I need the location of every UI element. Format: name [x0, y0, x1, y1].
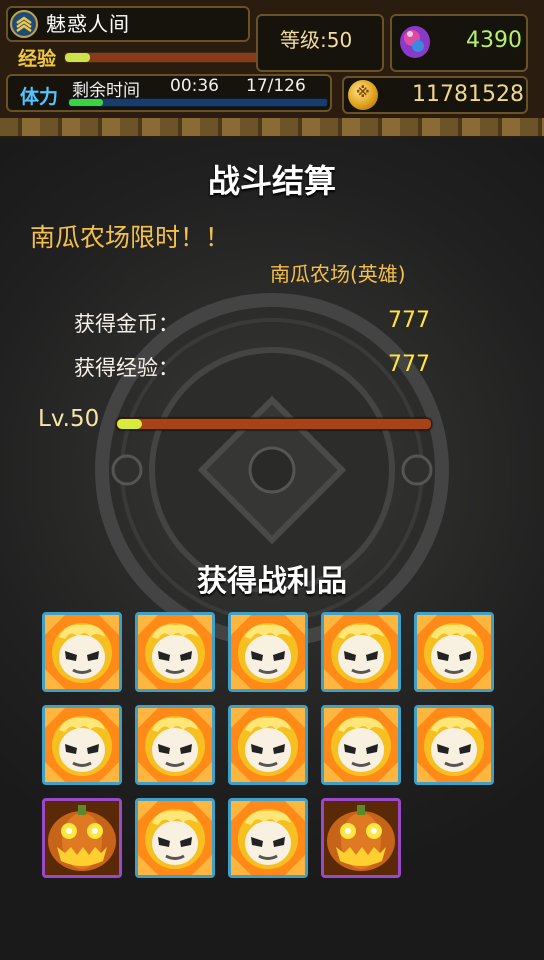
result-level: Lv.50 [38, 406, 100, 432]
result-level-bar-fill [117, 419, 143, 429]
loot-item-ghost-pumpkin-icon[interactable] [42, 612, 122, 692]
stamina-label: 体力 [20, 86, 59, 108]
loot-item-ghost-pumpkin-icon[interactable] [135, 798, 215, 878]
exp-reward-label: 获得经验： [74, 356, 179, 380]
coin-icon: ※ [348, 80, 378, 110]
stamina-count: 17/126 [246, 76, 306, 96]
stamina-bar-fill [69, 99, 103, 106]
loot-item-ghost-pumpkin-icon[interactable] [414, 612, 494, 692]
loot-item-ghost-pumpkin-icon[interactable] [228, 705, 308, 785]
gold-reward-label: 获得金币： [74, 312, 179, 336]
loot-item-ghost-pumpkin-icon[interactable] [414, 705, 494, 785]
loot-title: 获得战利品 [197, 564, 347, 599]
exp-reward-value: 777 [388, 352, 430, 377]
gold-reward-value: 777 [388, 308, 430, 333]
loot-item-ghost-pumpkin-icon[interactable] [135, 612, 215, 692]
hud-border-decoration [0, 118, 544, 138]
loot-item-jack-o-lantern-icon[interactable] [321, 798, 401, 878]
level-text: 等级:50 [280, 28, 353, 52]
gem-count: 4390 [466, 28, 522, 53]
gold-count: 11781528 [412, 82, 524, 107]
result-level-bar [116, 418, 432, 430]
stamina-time: 00:36 [170, 76, 219, 96]
stage-name: 南瓜农场(英雄) [270, 262, 406, 286]
loot-item-ghost-pumpkin-icon[interactable] [135, 705, 215, 785]
event-name: 南瓜农场限时！！ [30, 223, 231, 252]
stamina-bar [68, 98, 328, 107]
player-name: 魅惑人间 [46, 12, 130, 36]
loot-item-ghost-pumpkin-icon[interactable] [321, 612, 401, 692]
loot-item-jack-o-lantern-icon[interactable] [42, 798, 122, 878]
loot-item-ghost-pumpkin-icon[interactable] [228, 798, 308, 878]
exp-bar-fill [65, 53, 90, 62]
rank-badge-icon [10, 10, 38, 38]
loot-item-ghost-pumpkin-icon[interactable] [42, 705, 122, 785]
loot-item-ghost-pumpkin-icon[interactable] [321, 705, 401, 785]
result-title: 战斗结算 [207, 162, 336, 200]
exp-label: 经验 [18, 48, 57, 70]
gem-icon [400, 26, 430, 58]
loot-item-ghost-pumpkin-icon[interactable] [228, 612, 308, 692]
